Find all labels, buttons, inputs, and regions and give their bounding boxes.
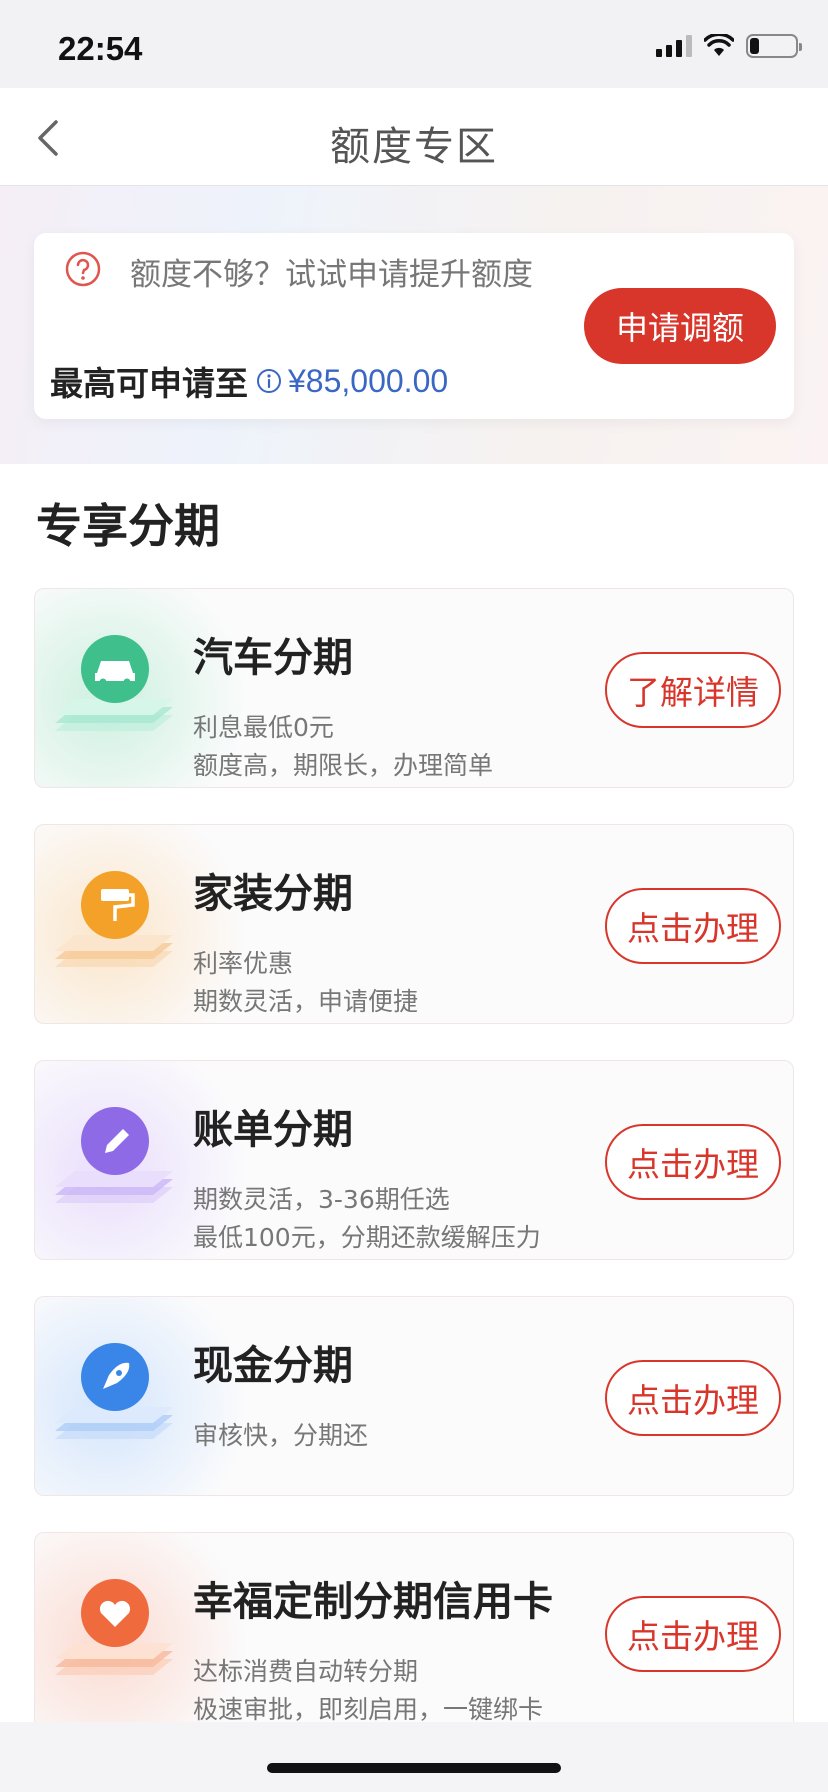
product-card-home-decor-installment[interactable]: 家装分期 利率优惠 期数灵活，申请便捷 点击办理 bbox=[34, 824, 794, 1024]
product-title: 家装分期 bbox=[193, 871, 353, 917]
quota-prompt: 额度不够？试试申请提升额度 bbox=[130, 257, 533, 293]
product-desc: 额度高，期限长，办理简单 bbox=[193, 751, 494, 780]
product-card-credit-card-installment[interactable]: 幸福定制分期信用卡 达标消费自动转分期 极速审批，即刻启用，一键绑卡 点击办理 bbox=[34, 1532, 794, 1722]
status-bar: 22:54 bbox=[0, 0, 828, 88]
apply-adjust-button[interactable]: 申请调额 bbox=[584, 288, 776, 364]
car-icon bbox=[55, 635, 173, 731]
pencil-icon bbox=[55, 1107, 173, 1203]
product-title: 现金分期 bbox=[193, 1343, 353, 1389]
product-desc: 最低100元，分期还款缓解压力 bbox=[193, 1223, 541, 1252]
rocket-icon bbox=[55, 1343, 173, 1439]
product-title: 账单分期 bbox=[193, 1107, 353, 1153]
quota-limit-value: ¥85,000.00 bbox=[288, 362, 449, 399]
quota-limit: 最高可申请至 ¥85,000.00 bbox=[50, 357, 448, 405]
product-desc: 达标消费自动转分期 bbox=[193, 1657, 419, 1686]
product-desc: 期数灵活，申请便捷 bbox=[193, 987, 419, 1016]
heart-icon bbox=[55, 1579, 173, 1675]
product-title: 幸福定制分期信用卡 bbox=[193, 1579, 553, 1625]
product-desc: 利息最低0元 bbox=[193, 713, 334, 742]
battery-icon bbox=[746, 34, 802, 58]
section-title: 专享分期 bbox=[36, 499, 220, 553]
status-time: 22:54 bbox=[58, 30, 143, 67]
quota-limit-label: 最高可申请至 bbox=[50, 364, 248, 403]
product-desc: 极速审批，即刻启用，一键绑卡 bbox=[193, 1695, 544, 1722]
product-desc: 期数灵活，3-36期任选 bbox=[193, 1185, 450, 1214]
info-icon[interactable] bbox=[256, 368, 282, 394]
product-desc: 审核快，分期还 bbox=[193, 1421, 369, 1450]
status-icons bbox=[656, 34, 802, 58]
learn-more-button[interactable]: 了解详情 bbox=[605, 652, 781, 728]
question-circle-icon[interactable] bbox=[64, 250, 102, 288]
bottom-safe-area bbox=[0, 1722, 828, 1792]
wifi-icon bbox=[704, 34, 734, 56]
product-title: 汽车分期 bbox=[193, 635, 353, 681]
home-indicator[interactable] bbox=[267, 1763, 561, 1773]
apply-button[interactable]: 点击办理 bbox=[605, 1360, 781, 1436]
page-title: 额度专区 bbox=[330, 124, 498, 170]
apply-button[interactable]: 点击办理 bbox=[605, 888, 781, 964]
product-card-car-installment[interactable]: 汽车分期 利息最低0元 额度高，期限长，办理简单 了解详情 bbox=[34, 588, 794, 788]
cellular-signal-icon bbox=[656, 35, 692, 57]
quota-card: 额度不够？试试申请提升额度 最高可申请至 ¥85,000.00 申请调额 bbox=[34, 233, 794, 419]
navigation-bar: 额度专区 bbox=[0, 88, 828, 186]
apply-button[interactable]: 点击办理 bbox=[605, 1596, 781, 1672]
product-card-bill-installment[interactable]: 账单分期 期数灵活，3-36期任选 最低100元，分期还款缓解压力 点击办理 bbox=[34, 1060, 794, 1260]
paint-roller-icon bbox=[55, 871, 173, 967]
product-desc: 利率优惠 bbox=[193, 949, 294, 978]
apply-button[interactable]: 点击办理 bbox=[605, 1124, 781, 1200]
product-card-cash-installment[interactable]: 现金分期 审核快，分期还 点击办理 bbox=[34, 1296, 794, 1496]
